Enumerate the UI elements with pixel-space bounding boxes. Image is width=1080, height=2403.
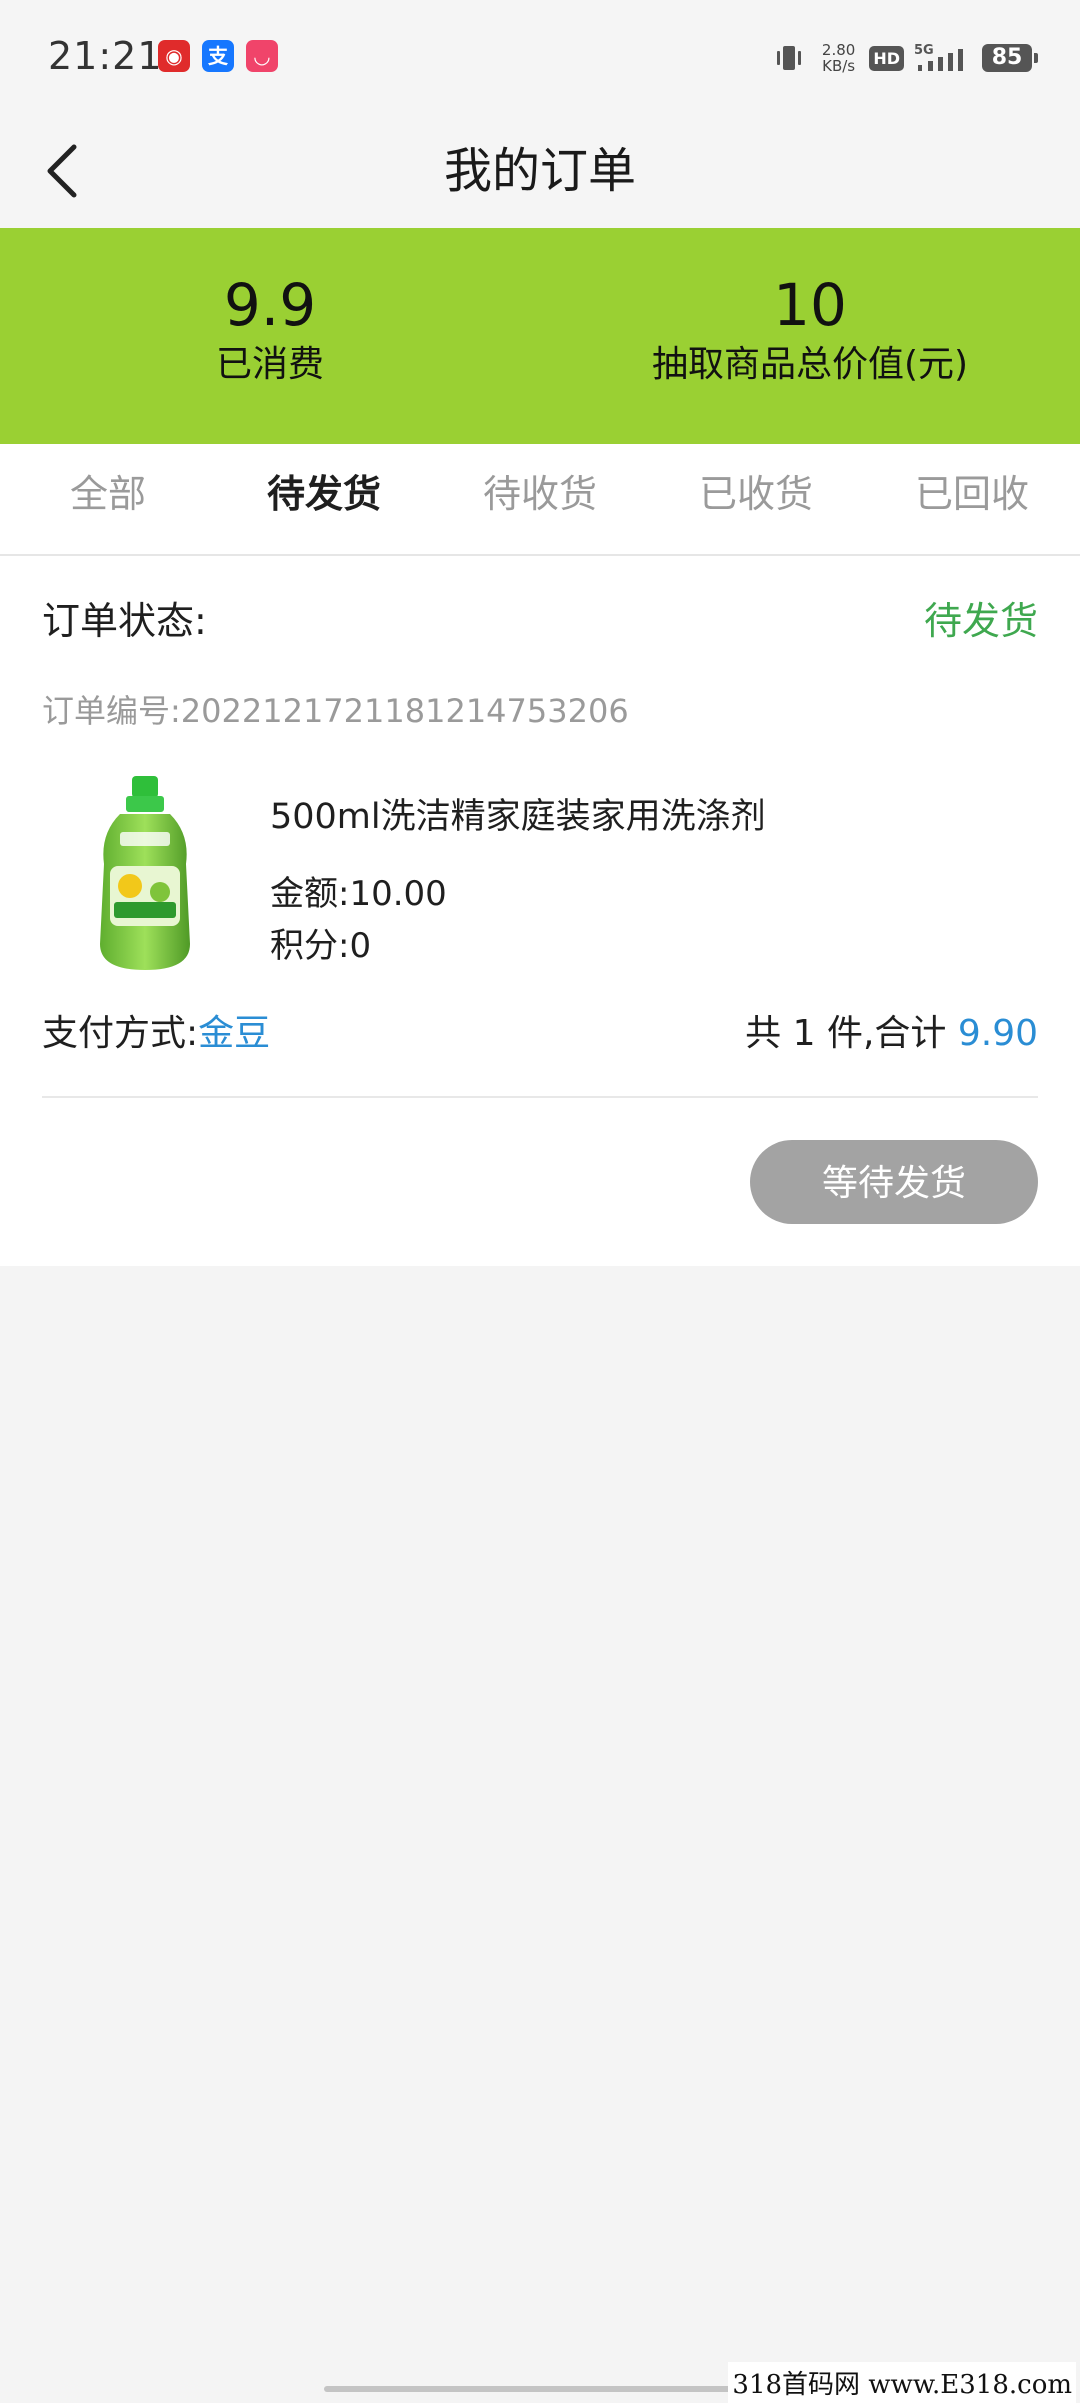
order-total-amount: 9.90 bbox=[957, 1013, 1038, 1054]
page-title: 我的订单 bbox=[443, 143, 636, 199]
tab-pending-receipt[interactable]: 待收货 bbox=[432, 444, 648, 544]
vibrate-icon bbox=[776, 46, 801, 70]
divider bbox=[42, 1096, 1038, 1098]
consumed-summary: 9.9 已消费 bbox=[0, 272, 540, 392]
total-value-summary: 10 抽取商品总价值(元) bbox=[540, 272, 1080, 392]
product-name: 500ml洗洁精家庭装家用洗涤剂 bbox=[270, 797, 766, 837]
battery-icon: 85 bbox=[982, 44, 1038, 72]
hd-badge: HD bbox=[869, 45, 904, 71]
tab-received[interactable]: 已收货 bbox=[648, 444, 864, 544]
tab-pending-shipment[interactable]: 待发货 bbox=[216, 444, 432, 544]
tab-recycled[interactable]: 已回收 bbox=[864, 444, 1080, 544]
order-number: 订单编号:20221217211812147532​06 bbox=[42, 692, 629, 730]
network-speed-unit: KB/s bbox=[822, 57, 856, 75]
network-speed: 2.80 KB/s bbox=[822, 42, 855, 74]
order-status-label: 订单状态: bbox=[42, 599, 207, 643]
network-type: 5G bbox=[914, 43, 934, 58]
order-tabs: 全部 待发货 待收货 已收货 已回收 bbox=[0, 444, 1080, 556]
alipay-icon: 支 bbox=[202, 40, 234, 72]
total-value: 10 bbox=[773, 271, 847, 339]
total-value-label: 抽取商品总价值(元) bbox=[651, 344, 969, 385]
back-icon[interactable] bbox=[30, 133, 100, 209]
payment-method: 支付方式:金豆 bbox=[42, 1004, 270, 1056]
home-indicator[interactable] bbox=[324, 2386, 756, 2392]
battery-level: 85 bbox=[991, 45, 1023, 70]
product-points: 积分:0 bbox=[270, 926, 372, 966]
consumed-label: 已消费 bbox=[215, 344, 324, 385]
awaiting-shipment-button[interactable]: 等待发货 bbox=[750, 1140, 1038, 1224]
consumed-value: 9.9 bbox=[223, 271, 317, 339]
payment-method-label: 支付方式: bbox=[42, 1013, 199, 1054]
status-indicators: 2.80 KB/s HD 5G 85 bbox=[772, 38, 1038, 78]
app-icon: ◡ bbox=[246, 40, 278, 72]
payment-method-value: 金豆 bbox=[198, 1013, 271, 1054]
watermark: 318首码网 www.E318.com bbox=[728, 2362, 1076, 2403]
netease-music-icon: ◉ bbox=[158, 40, 190, 72]
product-amount: 金额:10.00 bbox=[270, 874, 447, 914]
summary-banner: 9.9 已消费 10 抽取商品总价值(元) bbox=[0, 228, 1080, 444]
order-status-value: 待发货 bbox=[923, 599, 1038, 643]
tab-all[interactable]: 全部 bbox=[0, 444, 216, 544]
order-total: 共 1 件,合计 9.90 bbox=[745, 1004, 1038, 1056]
network-speed-value: 2.80 bbox=[821, 41, 856, 59]
nav-bar: 我的订单 bbox=[0, 115, 1080, 228]
product-image bbox=[100, 776, 190, 970]
status-time: 21:21 bbox=[48, 34, 163, 78]
order-card[interactable]: 订单状态: 待发货 订单编号:20221217211812147532​06 5… bbox=[0, 556, 1080, 1266]
order-total-prefix: 共 1 件,合计 bbox=[745, 1013, 958, 1054]
status-bar: 21:21 ◉ 支 ◡ 2.80 KB/s HD 5G 85 bbox=[0, 0, 1080, 115]
signal-icon: 5G bbox=[914, 43, 963, 71]
